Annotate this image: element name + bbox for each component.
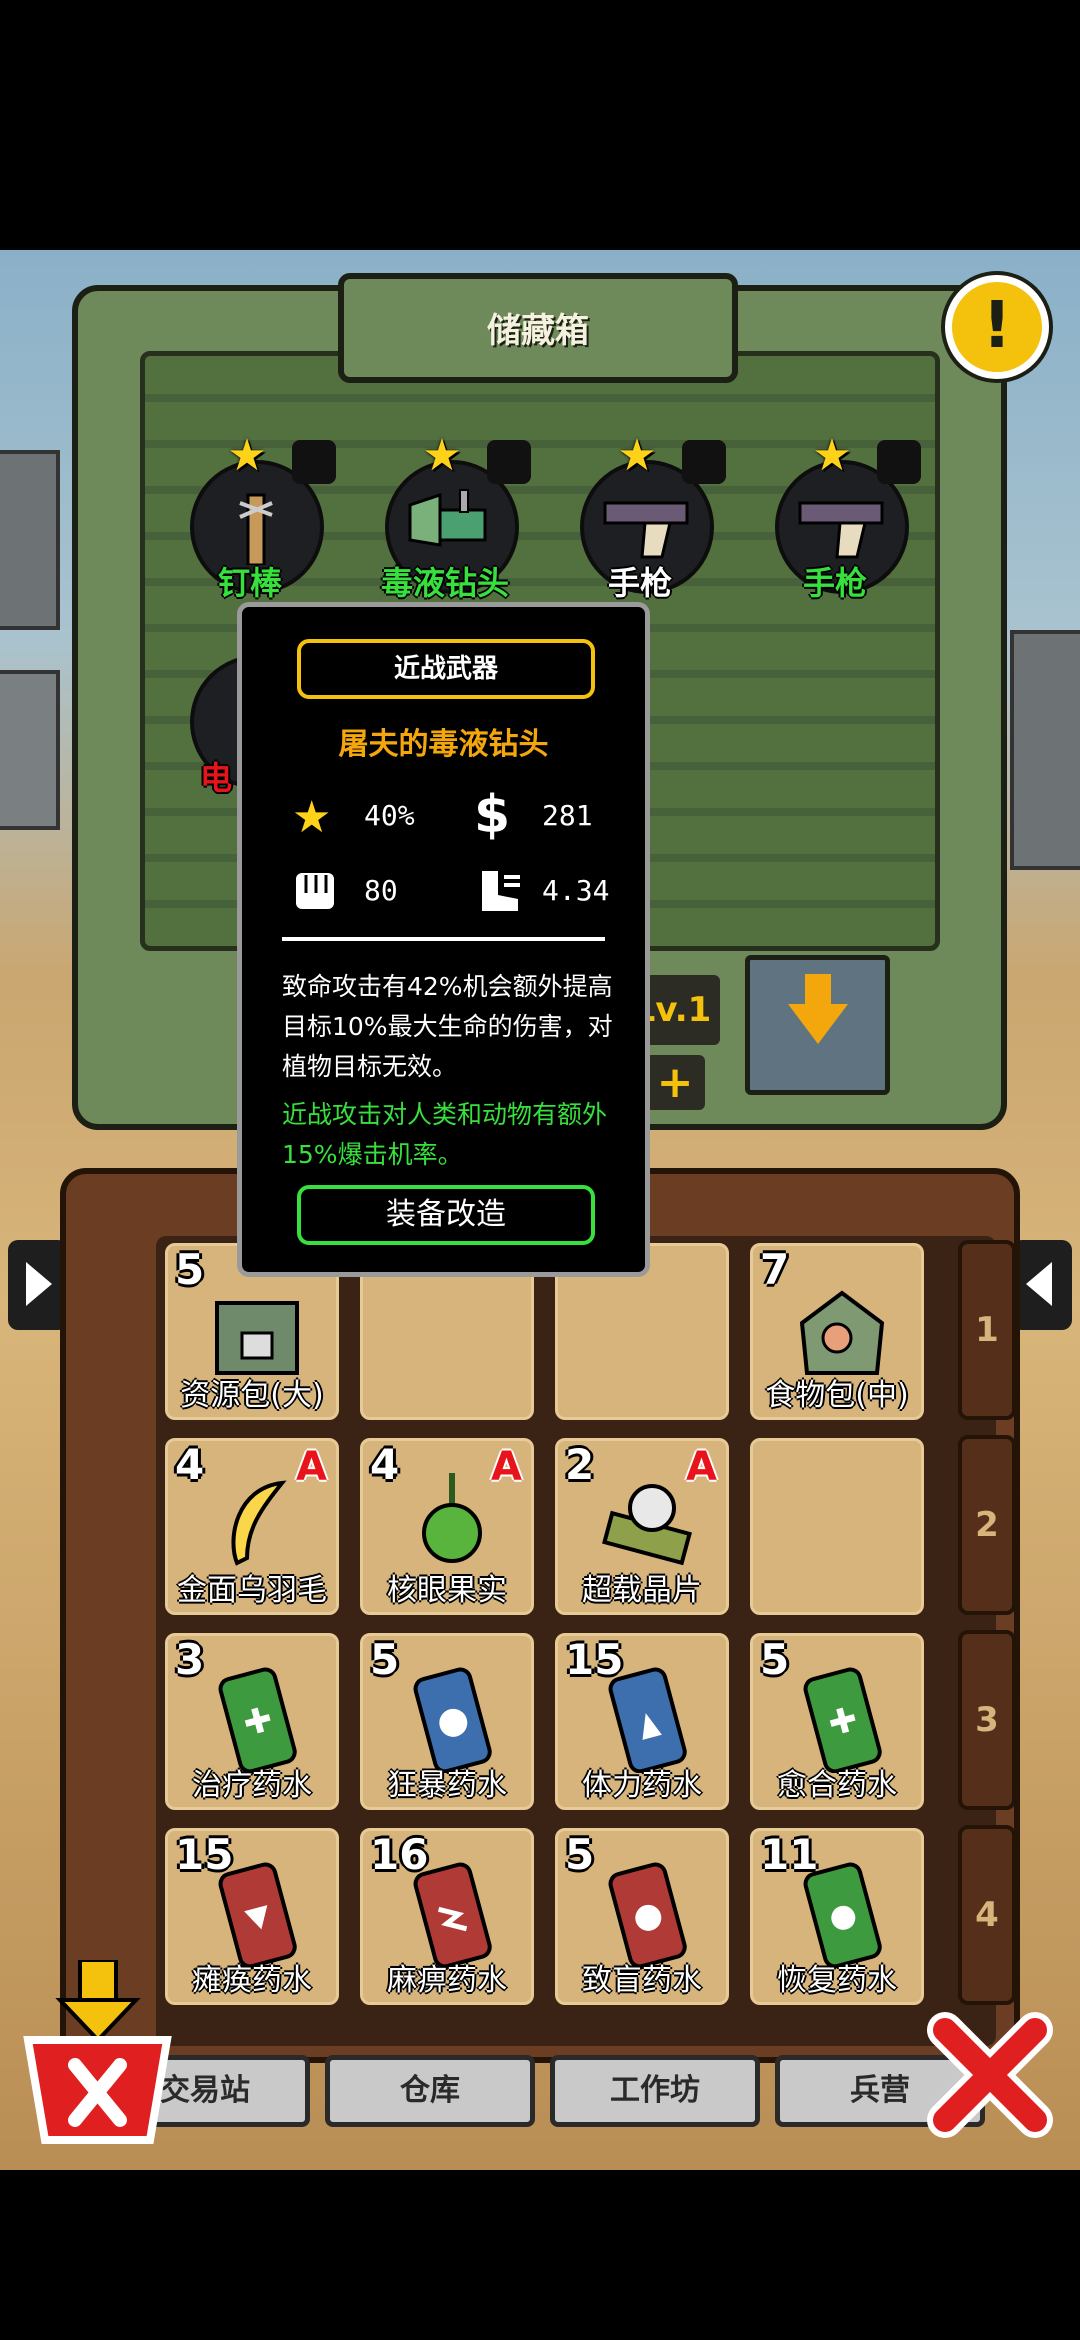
inventory-slot[interactable]: 15 体力药水 (551, 1629, 733, 1814)
crit-chance-value: 40% (364, 799, 415, 832)
rank-badge: A (686, 1444, 717, 1490)
background-vehicle (0, 670, 60, 830)
empty-slot (877, 440, 921, 484)
divider (282, 937, 605, 941)
pistol-icon (798, 501, 884, 559)
arrow-left-icon (1026, 1262, 1052, 1306)
inventory-slot[interactable]: ✚ 3 治疗药水 (161, 1629, 343, 1814)
weapon-label: 手枪 (607, 564, 672, 602)
resource-pack-icon (215, 1301, 299, 1375)
weapon-slot-3[interactable]: ★ 手枪 (560, 430, 726, 605)
upgrade-plus-button[interactable]: + (645, 1055, 705, 1110)
star-icon: ★ (617, 430, 657, 481)
row-tab-4[interactable]: 4 (958, 1825, 1016, 2005)
nuclear-fruit-icon (422, 1473, 482, 1563)
empty-slot (487, 440, 531, 484)
chip-icon (602, 1484, 692, 1566)
healing-potion-icon: ✚ (218, 1667, 297, 1773)
weapon-label: 手枪 (802, 564, 867, 602)
inventory-slot[interactable]: 2 A 超载晶片 (551, 1434, 733, 1619)
spiked-club-icon (239, 493, 273, 565)
storage-header: 储藏箱 (338, 273, 738, 383)
food-pack-icon (799, 1290, 885, 1375)
rage-potion-icon (413, 1667, 492, 1773)
weapon-label: 毒液钻头 (380, 564, 509, 602)
speed-value: 4.34 (542, 874, 610, 907)
tab-warehouse[interactable]: 仓库 (325, 2055, 535, 2127)
page-left-button[interactable] (8, 1240, 68, 1330)
inventory-slot[interactable]: 5 致盲药水 (551, 1824, 733, 2009)
recovery-potion-icon: ✚ (803, 1667, 882, 1773)
fist-icon (296, 873, 334, 909)
rank-badge: A (296, 1444, 327, 1490)
dollar-icon: $ (474, 785, 511, 845)
blinding-potion-icon (608, 1862, 687, 1968)
pistol-icon (603, 501, 689, 559)
discard-button[interactable] (20, 1960, 175, 2145)
empty-slot (292, 440, 336, 484)
inventory-slot[interactable]: ✚ 5 愈合药水 (746, 1629, 928, 1814)
game-screen: 储藏箱 ! ★ 钉棒 ★ 毒液钻头 ★ 手枪 ★ 手枪 电 Lv.1 + 5 资… (0, 0, 1080, 2340)
page-right-button[interactable] (1012, 1240, 1072, 1330)
item-tooltip: 近战武器 屠夫的毒液钻头 ★ 40% $ 281 80 4.34 致命攻击有42… (237, 602, 650, 1277)
row-tab-3[interactable]: 3 (958, 1630, 1016, 1810)
arrow-down-icon (788, 1004, 848, 1044)
price-value: 281 (542, 799, 593, 832)
weapon-slot-1[interactable]: ★ 钉棒 (170, 430, 336, 605)
item-name: 屠夫的毒液钻头 (338, 727, 549, 762)
star-icon: ★ (812, 430, 852, 481)
info-alert-button[interactable]: ! (945, 275, 1049, 379)
inventory-slot[interactable]: 4 A 金面乌羽毛 (161, 1434, 343, 1619)
weapon-label: 钉棒 (217, 564, 282, 602)
inventory-slot[interactable]: 16 麻痹药水 (356, 1824, 538, 2009)
boot-icon (482, 871, 520, 911)
weapon-slot-4[interactable]: ★ 手枪 (755, 430, 921, 605)
inventory-slot[interactable]: 5 狂暴药水 (356, 1629, 538, 1814)
row-tab-1[interactable]: 1 (958, 1240, 1016, 1420)
inventory-slot-empty[interactable] (746, 1434, 928, 1619)
background-building (1010, 630, 1080, 870)
item-bonus: 近战攻击对人类和动物有额外15%爆击机率。 (282, 1100, 608, 1169)
item-category: 近战武器 (297, 639, 595, 699)
move-down-button[interactable] (745, 955, 890, 1095)
close-icon[interactable] (925, 2010, 1055, 2140)
storage-title: 储藏箱 (487, 311, 589, 351)
star-icon: ★ (292, 792, 332, 843)
weapon-slot-2[interactable]: ★ 毒液钻头 (365, 430, 531, 605)
modify-equipment-button[interactable]: 装备改造 (297, 1185, 595, 1245)
inventory-panel: 5 资源包(大) 7 食物包(中) 4 A 金面乌羽毛 4 A 核眼果实 2 A… (60, 1168, 1020, 2063)
exclamation-icon: ! (982, 289, 1012, 363)
star-icon: ★ (422, 430, 462, 481)
feather-icon (231, 1480, 287, 1566)
empty-slot (682, 440, 726, 484)
arrow-right-icon (26, 1262, 52, 1306)
item-description: 致命攻击有42%机会额外提高目标10%最大生命的伤害，对植物目标无效。 (282, 972, 613, 1081)
inventory-slot[interactable]: 4 A 核眼果实 (356, 1434, 538, 1619)
inventory-slot[interactable]: 7 食物包(中) (746, 1239, 928, 1424)
row-tab-2[interactable]: 2 (958, 1435, 1016, 1615)
rank-badge: A (491, 1444, 522, 1490)
star-icon: ★ (227, 430, 267, 481)
damage-value: 80 (364, 874, 398, 907)
inventory-slot[interactable]: 11 恢复药水 (746, 1824, 928, 2009)
venom-drill-icon (408, 489, 487, 547)
background-building (0, 450, 60, 630)
tab-workshop[interactable]: 工作坊 (550, 2055, 760, 2127)
inventory-slot[interactable]: 15 瘫痪药水 (161, 1824, 343, 2009)
